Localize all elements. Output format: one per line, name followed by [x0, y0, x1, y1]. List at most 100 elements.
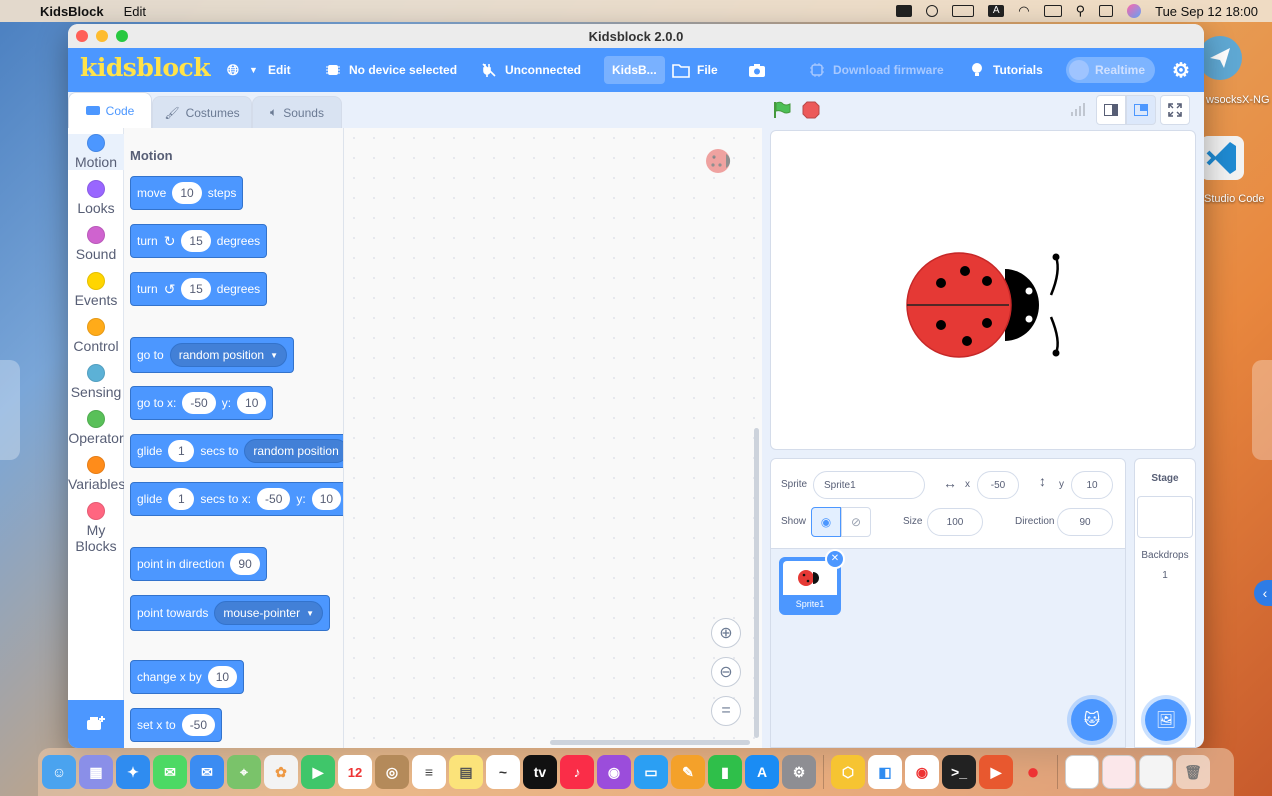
degrees-input[interactable]: 15: [181, 278, 211, 300]
maps-icon[interactable]: ⌖: [227, 755, 261, 789]
launchpad-icon[interactable]: ▦: [79, 755, 113, 789]
settings-button[interactable]: ⚙: [1172, 48, 1190, 92]
stop-icon[interactable]: [802, 101, 820, 124]
block-move-steps[interactable]: move 10 steps: [130, 176, 244, 210]
x-input[interactable]: -50: [182, 392, 216, 414]
keyboard-icon[interactable]: [1043, 5, 1062, 17]
zoom-out-button[interactable]: ⊖: [711, 657, 741, 687]
music-icon[interactable]: ♪: [560, 755, 594, 789]
category-events[interactable]: Events: [68, 272, 124, 308]
x-input[interactable]: -50: [257, 488, 291, 510]
workspace-vertical-scrollbar[interactable]: [754, 428, 759, 738]
menubar-edit[interactable]: Edit: [124, 4, 146, 19]
recent-window-thumb-2[interactable]: [1102, 755, 1136, 789]
block-change-x[interactable]: change x by 10: [130, 660, 245, 694]
zoom-reset-button[interactable]: =: [711, 696, 741, 726]
recent-window-thumb-1[interactable]: [1065, 755, 1099, 789]
x-position-input[interactable]: -50: [977, 471, 1019, 499]
terminal-icon[interactable]: >_: [942, 755, 976, 789]
file-menu[interactable]: File: [672, 48, 718, 92]
block-point-towards[interactable]: point towards mouse-pointer ▼: [130, 595, 331, 631]
battery-icon[interactable]: [952, 5, 975, 17]
large-stage-button[interactable]: [1126, 95, 1156, 125]
stage-canvas[interactable]: [770, 130, 1196, 450]
recent-window-thumb-3[interactable]: [1139, 755, 1173, 789]
stage-selector[interactable]: Stage Backdrops 1 🖼︎: [1134, 458, 1196, 748]
ladybug-sprite[interactable]: [901, 241, 1071, 371]
project-title-field[interactable]: KidsB...: [604, 48, 665, 92]
download-firmware-button[interactable]: Download firmware: [808, 48, 944, 92]
spotlight-search-icon[interactable]: ⚲: [1076, 3, 1086, 19]
tutorials-button[interactable]: Tutorials: [968, 48, 1043, 92]
sketch-like-app-icon[interactable]: ⬡: [831, 755, 865, 789]
mail-icon[interactable]: ✉: [190, 755, 224, 789]
siri-icon[interactable]: [1127, 4, 1142, 18]
category-variables[interactable]: Variables: [68, 456, 124, 492]
direction-input[interactable]: 90: [230, 553, 260, 575]
numbers-icon[interactable]: ▮: [708, 755, 742, 789]
choose-sprite-button[interactable]: 🐱︎: [1071, 699, 1113, 741]
code-editor-app-icon[interactable]: ◧: [868, 755, 902, 789]
secs-input[interactable]: 1: [168, 488, 195, 510]
hide-sprite-button[interactable]: ⊘: [841, 507, 871, 537]
add-extension-button[interactable]: [68, 700, 124, 748]
system-settings-icon[interactable]: ⚙: [782, 755, 816, 789]
apple-tv-icon[interactable]: tv: [523, 755, 557, 789]
block-turn-left[interactable]: turn ↺ 15 degrees: [130, 272, 268, 306]
category-operator[interactable]: Operator: [68, 410, 124, 446]
left-edge-handle[interactable]: [0, 360, 20, 460]
sprite-name-input[interactable]: Sprite1: [813, 471, 925, 499]
block-set-x[interactable]: set x to -50: [130, 708, 223, 742]
connection-menu[interactable]: Unconnected: [480, 48, 581, 92]
glide-target-dropdown[interactable]: random position: [244, 439, 343, 463]
choose-backdrop-button[interactable]: 🖼︎: [1145, 699, 1187, 741]
size-input[interactable]: 100: [927, 508, 983, 536]
y-input[interactable]: 10: [237, 392, 267, 414]
device-menu[interactable]: No device selected: [324, 48, 457, 92]
y-input[interactable]: 10: [311, 488, 342, 510]
goto-target-dropdown[interactable]: random position ▼: [169, 343, 288, 367]
category-my-blocks[interactable]: My Blocks: [68, 502, 124, 554]
change-x-input[interactable]: 10: [207, 666, 238, 688]
green-flag-icon[interactable]: [772, 100, 792, 125]
category-looks[interactable]: Looks: [68, 180, 124, 216]
input-source-icon[interactable]: A: [988, 5, 1005, 17]
messages-icon[interactable]: ✉: [153, 755, 187, 789]
kidsblock-logo[interactable]: kidsblock: [80, 53, 211, 82]
vpn-icon[interactable]: [926, 5, 939, 17]
chrome-icon[interactable]: ◉: [905, 755, 939, 789]
zoom-window-button[interactable]: [116, 30, 128, 42]
trash-dock-icon[interactable]: 🗑︎: [1176, 755, 1210, 789]
category-sensing[interactable]: Sensing: [68, 364, 124, 400]
finder-icon[interactable]: ☺: [42, 755, 76, 789]
freeform-icon[interactable]: ~: [486, 755, 520, 789]
keynote-icon[interactable]: ▭: [634, 755, 668, 789]
backdrop-thumbnail[interactable]: [1137, 496, 1193, 538]
kidsblock-dock-icon[interactable]: ▶: [979, 755, 1013, 789]
edit-menu[interactable]: Edit: [268, 48, 291, 92]
language-menu[interactable]: 🌐︎ ▼: [224, 48, 258, 92]
vscode-app-icon[interactable]: [1200, 136, 1244, 180]
photos-icon[interactable]: ✿: [264, 755, 298, 789]
delete-sprite-button[interactable]: ✕: [825, 549, 845, 569]
realtime-toggle[interactable]: Realtime: [1066, 48, 1156, 92]
category-control[interactable]: Control: [68, 318, 124, 354]
control-center-icon[interactable]: [1099, 5, 1114, 17]
sidebar-collapse-handle[interactable]: ‹: [1254, 580, 1272, 606]
block-go-to-xy[interactable]: go to x: -50 y: 10: [130, 386, 274, 420]
fullscreen-button[interactable]: [1160, 95, 1190, 125]
shadowsocks-app-icon[interactable]: [1198, 36, 1242, 80]
ladybug-app-icon[interactable]: ●: [1016, 755, 1050, 789]
right-edge-handle[interactable]: [1252, 360, 1272, 460]
show-sprite-button[interactable]: ◉: [811, 507, 841, 537]
workspace-horizontal-scrollbar[interactable]: [550, 740, 750, 745]
wifi-icon[interactable]: ◠: [1018, 3, 1029, 19]
category-motion[interactable]: Motion: [68, 134, 124, 170]
zoom-in-button[interactable]: ⊕: [711, 618, 741, 648]
block-glide-to[interactable]: glide 1 secs to random position: [130, 434, 343, 468]
secs-input[interactable]: 1: [168, 440, 195, 462]
tab-code[interactable]: Code: [68, 92, 152, 128]
degrees-input[interactable]: 15: [181, 230, 211, 252]
block-glide-to-xy[interactable]: glide 1 secs to x: -50 y: 10: [130, 482, 343, 516]
notes-icon[interactable]: ▤: [449, 755, 483, 789]
